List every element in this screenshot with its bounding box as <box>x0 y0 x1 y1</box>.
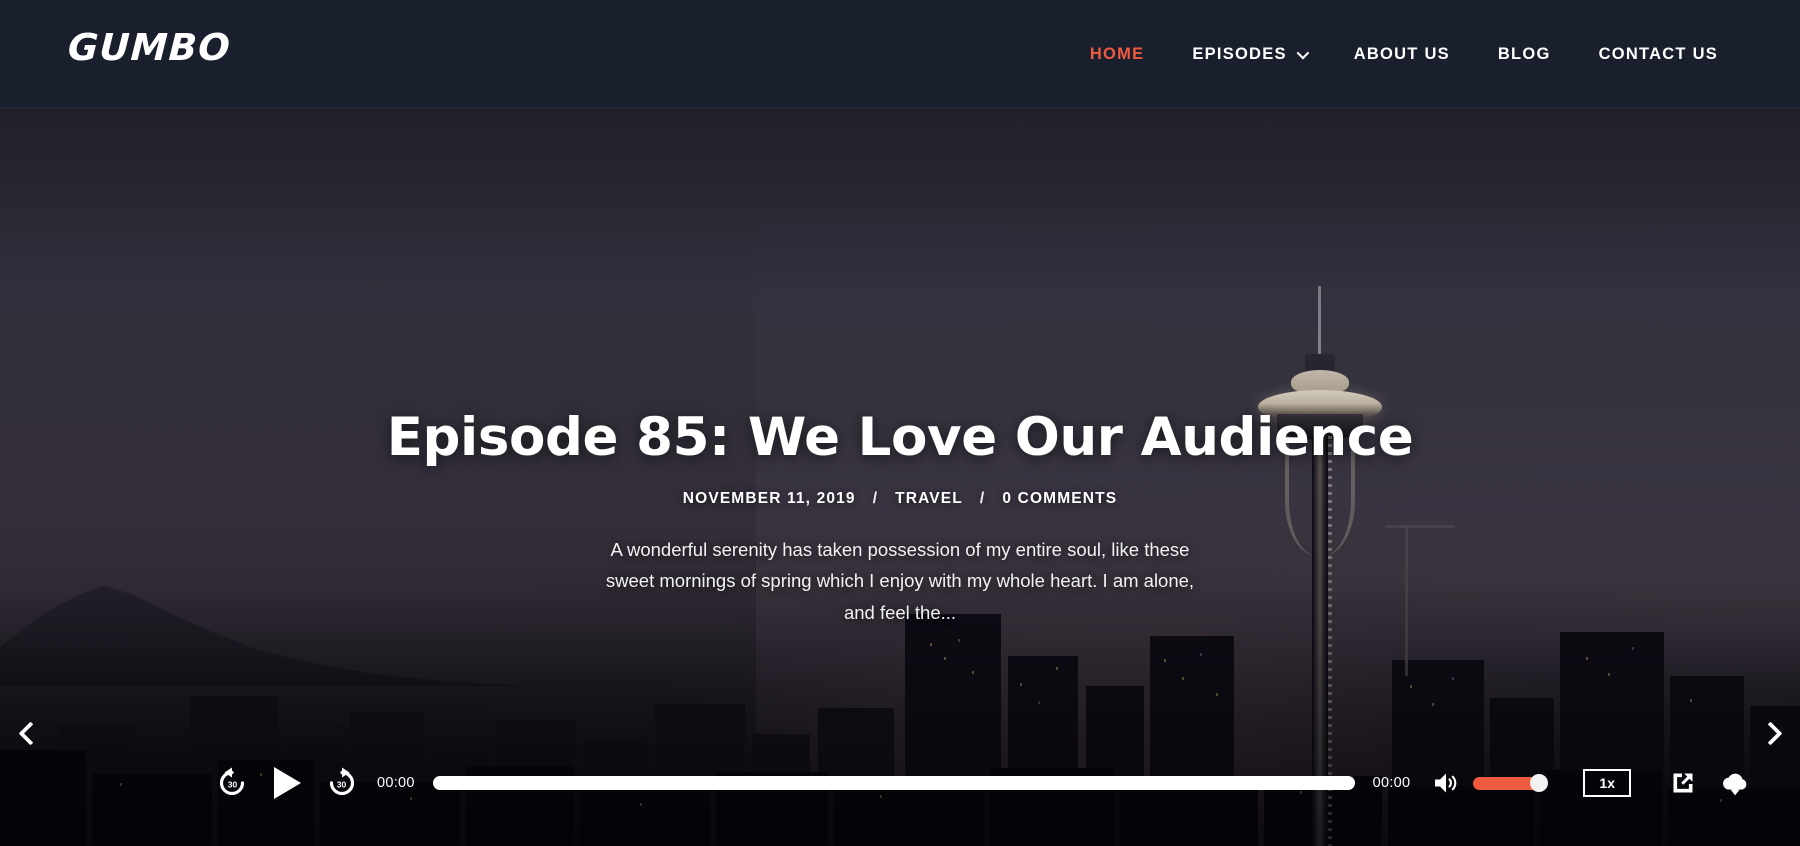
nav-item-label: HOME <box>1089 44 1145 63</box>
chevron-left-icon <box>17 720 43 746</box>
main-navigation: HOME EPISODES ABOUT US BLOG CONTACT US <box>1066 0 1742 108</box>
nav-item-label: CONTACT US <box>1598 44 1718 63</box>
slider-prev-button[interactable] <box>8 711 52 755</box>
nav-item-label: EPISODES <box>1192 44 1287 63</box>
hero-content: Episode 85: We Love Our Audience NOVEMBE… <box>0 408 1800 628</box>
progress-bar[interactable] <box>432 776 1355 790</box>
volume-high-icon <box>1435 773 1457 793</box>
forward-30-button[interactable]: 30 <box>325 766 359 800</box>
nav-item-home[interactable]: HOME <box>1066 45 1169 64</box>
chevron-right-icon <box>1757 720 1783 746</box>
episode-comments-count[interactable]: 0 COMMENTS <box>1002 490 1117 508</box>
chevron-down-icon <box>1296 46 1309 59</box>
audio-player: 30 30 00:00 00:00 1x <box>0 720 1800 846</box>
nav-item-label: BLOG <box>1497 44 1551 63</box>
page-root: GUMBO HOME EPISODES ABOUT US BLOG CONTAC… <box>0 0 1800 846</box>
site-header: GUMBO HOME EPISODES ABOUT US BLOG CONTAC… <box>0 0 1800 108</box>
nav-item-label: ABOUT US <box>1353 44 1450 63</box>
duration-time: 00:00 <box>1372 775 1411 791</box>
play-button[interactable] <box>271 765 303 801</box>
current-time: 00:00 <box>377 775 415 791</box>
cloud-download-icon <box>1723 773 1747 796</box>
volume-slider-handle[interactable] <box>1530 774 1549 792</box>
nav-item-blog[interactable]: BLOG <box>1474 45 1575 64</box>
episode-title: Episode 85: We Love Our Audience <box>386 407 1414 468</box>
download-button[interactable] <box>1720 770 1750 796</box>
volume-button[interactable] <box>1434 771 1460 795</box>
hero-slider: Episode 85: We Love Our Audience NOVEMBE… <box>0 108 1800 846</box>
episode-date: NOVEMBER 11, 2019 <box>682 490 856 508</box>
site-logo[interactable]: GUMBO <box>67 26 232 69</box>
episode-meta: NOVEMBER 11, 2019 / TRAVEL / 0 COMMENTS <box>0 490 1800 508</box>
volume-slider[interactable] <box>1473 774 1549 792</box>
nav-item-episodes[interactable]: EPISODES <box>1168 45 1329 64</box>
slider-next-button[interactable] <box>1748 711 1792 755</box>
episode-category[interactable]: TRAVEL <box>895 490 963 508</box>
meta-separator: / <box>872 490 879 508</box>
nav-item-about-us[interactable]: ABOUT US <box>1330 45 1474 64</box>
play-icon <box>274 767 301 799</box>
share-button[interactable] <box>1671 771 1695 795</box>
forward-30-icon: 30 <box>329 767 355 796</box>
svg-text:30: 30 <box>337 780 347 790</box>
rewind-30-icon: 30 <box>219 767 245 796</box>
episode-excerpt: A wonderful serenity has taken possessio… <box>605 539 1195 623</box>
rewind-30-button[interactable]: 30 <box>215 766 249 800</box>
external-link-icon <box>1673 773 1693 793</box>
meta-separator: / <box>979 490 986 508</box>
nav-item-contact-us[interactable]: CONTACT US <box>1575 45 1742 64</box>
playback-speed-button[interactable]: 1x <box>1583 769 1631 797</box>
svg-text:30: 30 <box>228 780 238 790</box>
